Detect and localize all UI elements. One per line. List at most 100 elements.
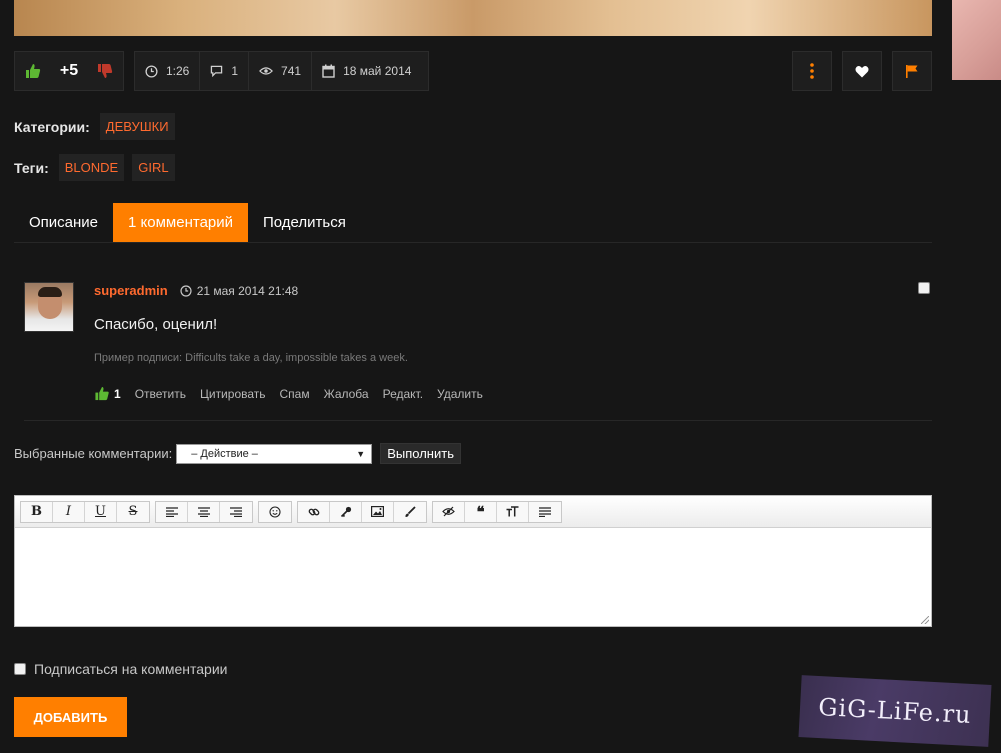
- clock-icon: [145, 64, 158, 78]
- categories-row: Категории: ДЕВУШКИ: [14, 113, 175, 140]
- subscribe-row: Подписаться на комментарии: [14, 661, 227, 677]
- comment-like-button[interactable]: 1: [94, 386, 121, 401]
- comment-actions: 1 Ответить Цитировать Спам Жалоба Редакт…: [94, 386, 483, 401]
- block-group: ❝: [432, 500, 562, 523]
- quote-button[interactable]: ❝: [465, 501, 497, 522]
- resize-handle[interactable]: [921, 616, 929, 624]
- link-button[interactable]: [298, 501, 330, 522]
- duration-stat: 1:26: [135, 52, 201, 90]
- align-left-button[interactable]: [156, 501, 188, 522]
- comment-divider: [24, 420, 932, 421]
- avatar-hair: [38, 287, 62, 297]
- strikethrough-button[interactable]: S: [117, 502, 149, 522]
- video-preview-bottom[interactable]: [14, 0, 932, 36]
- tab-comments[interactable]: 1 комментарий: [113, 203, 249, 242]
- paragraph-button[interactable]: [529, 502, 561, 522]
- editor-toolbar: B I U S ❝: [15, 496, 931, 528]
- comment-text: Спасибо, оценил!: [94, 316, 218, 333]
- edit-link[interactable]: Редакт.: [383, 387, 423, 401]
- comment-editor: B I U S ❝: [14, 495, 932, 627]
- category-chip[interactable]: ДЕВУШКИ: [99, 113, 175, 140]
- date-value: 18 май 2014: [343, 64, 412, 78]
- more-options-button[interactable]: [792, 51, 832, 91]
- views-stat: 741: [249, 52, 313, 90]
- heart-icon: [855, 65, 869, 77]
- calendar-icon: [322, 64, 335, 78]
- comment-select-checkbox[interactable]: [918, 282, 930, 294]
- key-icon: [340, 506, 351, 517]
- clock-icon: [180, 284, 192, 297]
- spam-link[interactable]: Спам: [280, 387, 310, 401]
- color-button[interactable]: [394, 502, 426, 522]
- reply-link[interactable]: Ответить: [135, 387, 186, 401]
- like-button[interactable]: [15, 52, 51, 90]
- subscribe-checkbox[interactable]: [14, 663, 26, 675]
- tab-share[interactable]: Поделиться: [248, 203, 361, 242]
- tags-label: Теги:: [14, 159, 49, 176]
- action-select[interactable]: – Действие – ▼: [176, 443, 373, 464]
- categories-label: Категории:: [14, 118, 90, 135]
- comment-textarea[interactable]: [15, 528, 931, 626]
- thumbs-down-icon: [98, 64, 113, 78]
- align-right-button[interactable]: [220, 502, 252, 522]
- align-right-icon: [230, 506, 242, 517]
- tag-chip[interactable]: GIRL: [132, 154, 175, 181]
- comments-stat: 1: [200, 52, 250, 90]
- thumbs-up-icon: [26, 64, 41, 78]
- insert-group: [297, 500, 427, 523]
- quote-icon: ❝: [476, 502, 485, 521]
- link-icon: [308, 508, 319, 515]
- quote-link[interactable]: Цитировать: [200, 387, 266, 401]
- comment-like-count: 1: [114, 386, 121, 401]
- comment-date: 21 мая 2014 21:48: [180, 283, 299, 298]
- selected-comments-row: Выбранные комментарии: – Действие – ▼ Вы…: [14, 443, 461, 464]
- comment-date-value: 21 мая 2014 21:48: [196, 283, 299, 298]
- bold-button[interactable]: B: [21, 501, 53, 522]
- thumbs-up-icon: [95, 386, 109, 401]
- more-vertical-icon: [810, 63, 814, 79]
- image-button[interactable]: [362, 501, 394, 522]
- related-video-thumbnail[interactable]: [952, 0, 1001, 80]
- align-group: [155, 500, 253, 523]
- comments-count: 1: [231, 64, 239, 78]
- comment-icon: [211, 65, 223, 77]
- image-icon: [371, 506, 384, 517]
- date-stat: 18 май 2014: [312, 52, 421, 90]
- views-count: 741: [281, 64, 302, 78]
- delete-link[interactable]: Удалить: [437, 387, 483, 401]
- comment-signature: Пример подписи: Difficults take a day, i…: [94, 352, 408, 364]
- comment-author[interactable]: superadmin: [94, 283, 168, 298]
- chevron-down-icon: ▼: [356, 448, 366, 459]
- underline-button[interactable]: U: [85, 501, 117, 522]
- dislike-button[interactable]: [87, 52, 123, 90]
- avatar[interactable]: [24, 282, 74, 332]
- align-center-button[interactable]: [188, 501, 220, 522]
- site-watermark: GiG-LiFe.ru: [798, 675, 992, 747]
- complaint-link[interactable]: Жалоба: [324, 387, 369, 401]
- eye-icon: [259, 67, 274, 75]
- selected-comments-label: Выбранные комментарии:: [14, 446, 173, 461]
- report-button[interactable]: [892, 51, 932, 91]
- comment-header: superadmin 21 мая 2014 21:48: [94, 283, 298, 298]
- action-select-value: – Действие –: [191, 447, 258, 460]
- vote-group: +5: [14, 51, 124, 91]
- spoiler-button[interactable]: [433, 501, 465, 522]
- tags-row: Теги: BLONDE GIRL: [14, 154, 175, 181]
- subscribe-label[interactable]: Подписаться на комментарии: [34, 661, 227, 677]
- add-comment-button[interactable]: ДОБАВИТЬ: [14, 697, 127, 737]
- favorite-button[interactable]: [842, 51, 882, 91]
- emoji-group: [258, 500, 292, 523]
- emoji-button[interactable]: [259, 502, 291, 522]
- tab-description[interactable]: Описание: [14, 203, 113, 242]
- brush-icon: [405, 505, 416, 517]
- smile-icon: [269, 505, 281, 518]
- eye-off-icon: [442, 506, 455, 517]
- tag-chip[interactable]: BLONDE: [58, 154, 125, 181]
- hide-button[interactable]: [330, 501, 362, 522]
- text-size-button[interactable]: [497, 501, 529, 522]
- align-left-icon: [165, 506, 178, 517]
- duration-value: 1:26: [166, 64, 190, 78]
- italic-button[interactable]: I: [53, 501, 85, 522]
- video-stats: 1:26 1 741 18 май 2014: [134, 51, 429, 91]
- execute-button[interactable]: Выполнить: [380, 443, 461, 464]
